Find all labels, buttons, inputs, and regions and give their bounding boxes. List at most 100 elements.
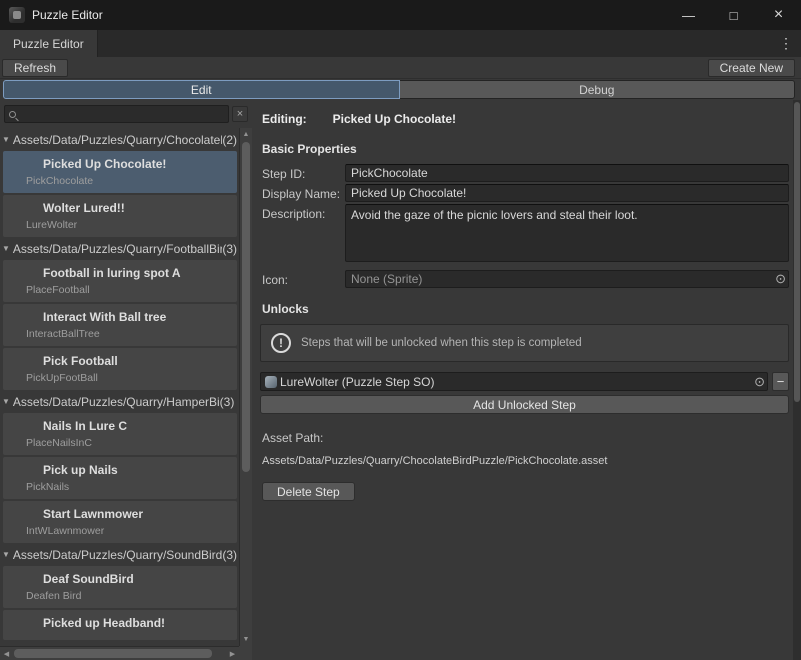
scroll-up-icon[interactable]: ▲ <box>240 128 252 141</box>
section-header-soundbird[interactable]: ▼ Assets/Data/Puzzles/Quarry/SoundBird (… <box>0 545 239 564</box>
list-item[interactable]: Picked up Headband! <box>3 610 237 640</box>
step-id-label: Step ID: <box>260 164 345 181</box>
puzzle-step-so-icon <box>265 376 277 388</box>
step-title: Interact With Ball tree <box>13 310 231 324</box>
window-menu-icon[interactable]: ⋮ <box>779 30 793 57</box>
unlocks-helpbox: ! Steps that will be unlocked when this … <box>260 324 789 362</box>
window-title: Puzzle Editor <box>32 8 103 22</box>
step-title: Start Lawnmower <box>13 507 231 521</box>
icon-label: Icon: <box>260 270 345 287</box>
title-bar: Puzzle Editor — □ × <box>0 0 801 30</box>
tab-edit[interactable]: Edit <box>3 80 400 99</box>
icon-field-value: None (Sprite) <box>351 272 422 286</box>
puzzle-list-panel: × ▼ Assets/Data/Puzzles/Quarry/Chocolate… <box>0 100 252 660</box>
step-id: PickChocolate <box>13 175 231 187</box>
close-button[interactable]: × <box>756 0 801 30</box>
maximize-button[interactable]: □ <box>711 0 756 30</box>
step-title: Picked up Headband! <box>13 616 231 630</box>
section-header-hamper[interactable]: ▼ Assets/Data/Puzzles/Quarry/HamperBi (3… <box>0 392 239 411</box>
unlocked-step-value: LureWolter (Puzzle Step SO) <box>280 375 435 389</box>
object-picker-icon[interactable]: ⊙ <box>775 271 786 287</box>
window-scroll-thumb[interactable] <box>794 102 800 402</box>
section-count: (3) <box>222 242 237 256</box>
delete-step-button[interactable]: Delete Step <box>262 482 355 501</box>
search-icon <box>9 111 16 118</box>
unlocked-step-object-field[interactable]: LureWolter (Puzzle Step SO) ⊙ <box>260 372 768 391</box>
step-id: InteractBallTree <box>13 328 231 340</box>
scroll-right-icon[interactable]: ▶ <box>226 647 239 660</box>
list-item[interactable]: Interact With Ball tree InteractBallTree <box>3 304 237 346</box>
section-label: Assets/Data/Puzzles/Quarry/Chocolatel <box>13 133 222 147</box>
display-name-field[interactable] <box>345 184 789 202</box>
minimize-button[interactable]: — <box>666 0 711 30</box>
app-icon <box>9 7 25 23</box>
section-count: (3) <box>220 395 235 409</box>
editing-label: Editing: <box>262 112 307 126</box>
section-count: (2) <box>222 133 237 147</box>
search-clear-button[interactable]: × <box>232 106 248 122</box>
list-item[interactable]: Deaf SoundBird Deafen Bird <box>3 566 237 608</box>
section-label: Assets/Data/Puzzles/Quarry/SoundBird <box>13 548 222 562</box>
step-id: PickNails <box>13 481 231 493</box>
section-header-football[interactable]: ▼ Assets/Data/Puzzles/Quarry/FootballBir… <box>0 239 239 258</box>
tab-debug[interactable]: Debug <box>400 80 796 99</box>
vertical-scroll-thumb[interactable] <box>242 142 250 472</box>
foldout-icon: ▼ <box>2 135 10 144</box>
info-icon: ! <box>271 333 291 353</box>
step-id: PlaceNailsInC <box>13 437 231 449</box>
section-label: Assets/Data/Puzzles/Quarry/FootballBir <box>13 242 222 256</box>
list-item[interactable]: Start Lawnmower IntWLawnmower <box>3 501 237 543</box>
step-id: IntWLawnmower <box>13 525 231 537</box>
create-new-button[interactable]: Create New <box>708 59 795 77</box>
refresh-button[interactable]: Refresh <box>2 59 68 77</box>
object-picker-icon[interactable]: ⊙ <box>754 373 765 390</box>
foldout-icon: ▼ <box>2 244 10 253</box>
asset-path-label: Asset Path: <box>262 431 789 445</box>
list-item[interactable]: Picked Up Chocolate! PickChocolate <box>3 151 237 193</box>
step-id: Deafen Bird <box>13 590 231 602</box>
tab-puzzle-editor[interactable]: Puzzle Editor <box>0 30 98 57</box>
editing-step-name: Picked Up Chocolate! <box>333 112 456 126</box>
horizontal-scroll-thumb[interactable] <box>14 649 212 658</box>
step-title: Deaf SoundBird <box>13 572 231 586</box>
description-label: Description: <box>260 204 345 221</box>
list-item[interactable]: Pick Football PickUpFootBall <box>3 348 237 390</box>
step-id-field[interactable] <box>345 164 789 182</box>
step-title: Nails In Lure C <box>13 419 231 433</box>
unlocks-title: Unlocks <box>262 302 789 316</box>
step-id: PlaceFootball <box>13 284 231 296</box>
step-id: LureWolter <box>13 219 231 231</box>
icon-object-field[interactable]: None (Sprite) ⊙ <box>345 270 789 288</box>
unlocks-help-text: Steps that will be unlocked when this st… <box>301 337 582 349</box>
step-title: Football in luring spot A <box>13 266 231 280</box>
scrollbar-corner <box>239 646 252 660</box>
search-input[interactable] <box>20 108 224 120</box>
window-vertical-scrollbar[interactable] <box>793 100 801 660</box>
description-field[interactable]: Avoid the gaze of the picnic lovers and … <box>345 204 789 262</box>
list-item[interactable]: Pick up Nails PickNails <box>3 457 237 499</box>
step-id: PickUpFootBall <box>13 372 231 384</box>
scroll-left-icon[interactable]: ◀ <box>0 647 13 660</box>
scroll-down-icon[interactable]: ▼ <box>240 633 252 646</box>
section-header-chocolate[interactable]: ▼ Assets/Data/Puzzles/Quarry/Chocolatel … <box>0 130 239 149</box>
foldout-icon: ▼ <box>2 550 10 559</box>
step-title: Pick Football <box>13 354 231 368</box>
toolbar: Refresh Create New <box>0 57 801 79</box>
remove-unlocked-step-button[interactable]: − <box>772 372 789 391</box>
basic-properties-title: Basic Properties <box>262 142 789 156</box>
tab-strip: Puzzle Editor ⋮ <box>0 30 801 57</box>
step-title: Pick up Nails <box>13 463 231 477</box>
step-title: Picked Up Chocolate! <box>13 157 231 171</box>
list-item[interactable]: Wolter Lured!! LureWolter <box>3 195 237 237</box>
step-editor-panel: Editing: Picked Up Chocolate! Basic Prop… <box>252 100 793 660</box>
section-label: Assets/Data/Puzzles/Quarry/HamperBi <box>13 395 220 409</box>
list-horizontal-scrollbar[interactable]: ◀ ▶ <box>0 646 239 660</box>
list-vertical-scrollbar[interactable]: ▲ ▼ <box>239 128 252 646</box>
list-item[interactable]: Nails In Lure C PlaceNailsInC <box>3 413 237 455</box>
foldout-icon: ▼ <box>2 397 10 406</box>
display-name-label: Display Name: <box>260 184 345 201</box>
list-item[interactable]: Football in luring spot A PlaceFootball <box>3 260 237 302</box>
step-title: Wolter Lured!! <box>13 201 231 215</box>
asset-path-value: Assets/Data/Puzzles/Quarry/ChocolateBird… <box>262 455 789 467</box>
add-unlocked-step-button[interactable]: Add Unlocked Step <box>260 395 789 414</box>
